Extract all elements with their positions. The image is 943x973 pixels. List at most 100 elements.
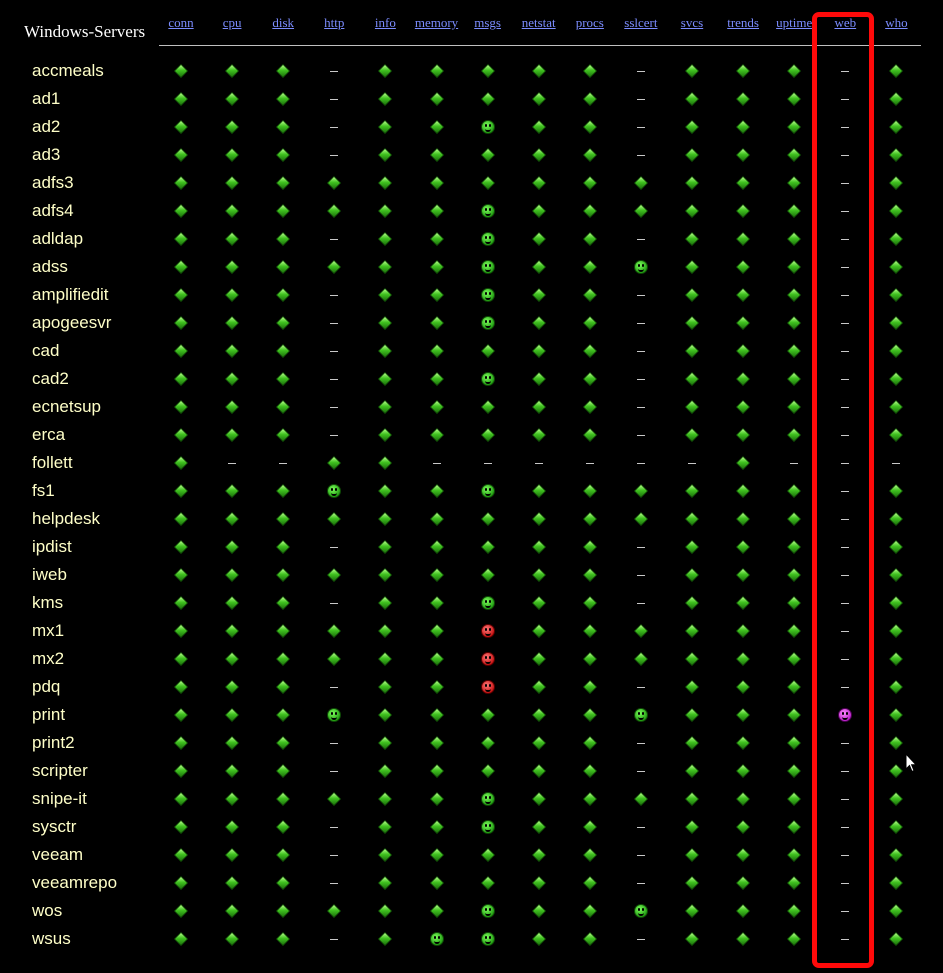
amplifiedit-who-green-status-icon[interactable] bbox=[889, 287, 904, 303]
cad-info-green-status-icon[interactable] bbox=[378, 343, 393, 359]
ecnetsup-svcs-green-status-icon[interactable] bbox=[684, 399, 700, 415]
cad-memory-green-status-icon[interactable] bbox=[429, 343, 444, 359]
column-header-http[interactable]: http bbox=[309, 15, 359, 31]
iweb-disk-green-status-icon[interactable] bbox=[276, 567, 291, 583]
cad2-cpu-green-status-icon[interactable] bbox=[224, 371, 240, 387]
ad3-procs-green-status-icon[interactable] bbox=[582, 147, 597, 163]
pdq-msgs-red-status-icon[interactable] bbox=[480, 680, 495, 694]
adss-msgs-green-acked-status-icon[interactable] bbox=[480, 260, 495, 274]
ecnetsup-conn-green-status-icon[interactable] bbox=[173, 399, 189, 415]
accmeals-trends-green-status-icon[interactable] bbox=[735, 63, 751, 79]
cad-who-green-status-icon[interactable] bbox=[889, 343, 904, 359]
cad2-svcs-green-status-icon[interactable] bbox=[684, 371, 700, 387]
mx1-uptime-green-status-icon[interactable] bbox=[787, 623, 802, 639]
adldap-who-green-status-icon[interactable] bbox=[889, 231, 904, 247]
ecnetsup-info-green-status-icon[interactable] bbox=[378, 399, 393, 415]
ad2-who-green-status-icon[interactable] bbox=[889, 119, 904, 135]
ad2-svcs-green-status-icon[interactable] bbox=[684, 119, 700, 135]
host-link-apogeesvr[interactable]: apogeesvr bbox=[32, 309, 111, 337]
print-http-green-acked-status-icon[interactable] bbox=[327, 708, 342, 722]
helpdesk-msgs-green-status-icon[interactable] bbox=[480, 511, 495, 527]
print2-trends-green-status-icon[interactable] bbox=[735, 735, 751, 751]
erca-conn-green-status-icon[interactable] bbox=[173, 427, 189, 443]
column-header-trends[interactable]: trends bbox=[718, 15, 768, 31]
wsus-netstat-green-status-icon[interactable] bbox=[531, 931, 546, 947]
print-conn-green-status-icon[interactable] bbox=[173, 707, 189, 723]
amplifiedit-svcs-green-status-icon[interactable] bbox=[684, 287, 700, 303]
iweb-uptime-green-status-icon[interactable] bbox=[787, 567, 802, 583]
ad2-netstat-green-status-icon[interactable] bbox=[531, 119, 546, 135]
veeamrepo-who-green-status-icon[interactable] bbox=[889, 875, 904, 891]
host-link-adldap[interactable]: adldap bbox=[32, 225, 83, 253]
scripter-procs-green-status-icon[interactable] bbox=[582, 763, 597, 779]
wos-cpu-green-status-icon[interactable] bbox=[224, 903, 240, 919]
column-header-info[interactable]: info bbox=[360, 15, 410, 31]
ad3-netstat-green-status-icon[interactable] bbox=[531, 147, 546, 163]
amplifiedit-conn-green-status-icon[interactable] bbox=[173, 287, 189, 303]
wsus-who-green-status-icon[interactable] bbox=[889, 931, 904, 947]
print-netstat-green-status-icon[interactable] bbox=[531, 707, 546, 723]
snipe-it-uptime-green-status-icon[interactable] bbox=[787, 791, 802, 807]
ecnetsup-netstat-green-status-icon[interactable] bbox=[531, 399, 546, 415]
cad-svcs-green-status-icon[interactable] bbox=[684, 343, 700, 359]
column-header-memory[interactable]: memory bbox=[412, 15, 462, 31]
snipe-it-who-green-status-icon[interactable] bbox=[889, 791, 904, 807]
wsus-msgs-green-acked-status-icon[interactable] bbox=[480, 932, 495, 946]
ad3-uptime-green-status-icon[interactable] bbox=[787, 147, 802, 163]
print-who-green-status-icon[interactable] bbox=[889, 707, 904, 723]
amplifiedit-netstat-green-status-icon[interactable] bbox=[531, 287, 546, 303]
ad1-procs-green-status-icon[interactable] bbox=[582, 91, 597, 107]
adfs4-conn-green-status-icon[interactable] bbox=[173, 203, 189, 219]
adfs4-procs-green-status-icon[interactable] bbox=[582, 203, 597, 219]
sysctr-msgs-green-acked-status-icon[interactable] bbox=[480, 820, 495, 834]
wos-info-green-status-icon[interactable] bbox=[378, 903, 393, 919]
helpdesk-svcs-green-status-icon[interactable] bbox=[684, 511, 700, 527]
adldap-cpu-green-status-icon[interactable] bbox=[224, 231, 240, 247]
accmeals-msgs-green-status-icon[interactable] bbox=[480, 63, 495, 79]
ipdist-uptime-green-status-icon[interactable] bbox=[787, 539, 802, 555]
accmeals-memory-green-status-icon[interactable] bbox=[429, 63, 444, 79]
snipe-it-http-green-status-icon[interactable] bbox=[327, 791, 342, 807]
veeam-procs-green-status-icon[interactable] bbox=[582, 847, 597, 863]
cad2-who-green-status-icon[interactable] bbox=[889, 371, 904, 387]
ad1-disk-green-status-icon[interactable] bbox=[276, 91, 291, 107]
sysctr-who-green-status-icon[interactable] bbox=[889, 819, 904, 835]
wos-sslcert-green-acked-status-icon[interactable] bbox=[633, 904, 648, 918]
pdq-svcs-green-status-icon[interactable] bbox=[684, 679, 700, 695]
erca-disk-green-status-icon[interactable] bbox=[276, 427, 291, 443]
adss-http-green-status-icon[interactable] bbox=[327, 259, 342, 275]
apogeesvr-who-green-status-icon[interactable] bbox=[889, 315, 904, 331]
adfs4-sslcert-green-status-icon[interactable] bbox=[633, 203, 649, 219]
apogeesvr-uptime-green-status-icon[interactable] bbox=[787, 315, 802, 331]
apogeesvr-msgs-green-acked-status-icon[interactable] bbox=[480, 316, 495, 330]
fs1-sslcert-green-status-icon[interactable] bbox=[633, 483, 649, 499]
cad-msgs-green-status-icon[interactable] bbox=[480, 343, 495, 359]
sysctr-netstat-green-status-icon[interactable] bbox=[531, 819, 546, 835]
kms-trends-green-status-icon[interactable] bbox=[735, 595, 751, 611]
pdq-info-green-status-icon[interactable] bbox=[378, 679, 393, 695]
amplifiedit-disk-green-status-icon[interactable] bbox=[276, 287, 291, 303]
host-link-sysctr[interactable]: sysctr bbox=[32, 813, 76, 841]
mx2-svcs-green-status-icon[interactable] bbox=[684, 651, 700, 667]
sysctr-disk-green-status-icon[interactable] bbox=[276, 819, 291, 835]
scripter-disk-green-status-icon[interactable] bbox=[276, 763, 291, 779]
host-link-scripter[interactable]: scripter bbox=[32, 757, 88, 785]
snipe-it-conn-green-status-icon[interactable] bbox=[173, 791, 189, 807]
kms-netstat-green-status-icon[interactable] bbox=[531, 595, 546, 611]
adfs4-info-green-status-icon[interactable] bbox=[378, 203, 393, 219]
print-procs-green-status-icon[interactable] bbox=[582, 707, 597, 723]
pdq-disk-green-status-icon[interactable] bbox=[276, 679, 291, 695]
accmeals-procs-green-status-icon[interactable] bbox=[582, 63, 597, 79]
ecnetsup-memory-green-status-icon[interactable] bbox=[429, 399, 444, 415]
adfs4-svcs-green-status-icon[interactable] bbox=[684, 203, 700, 219]
wsus-memory-green-acked-status-icon[interactable] bbox=[429, 932, 444, 946]
column-header-uptime[interactable]: uptime bbox=[769, 15, 819, 31]
veeam-uptime-green-status-icon[interactable] bbox=[787, 847, 802, 863]
adfs3-who-green-status-icon[interactable] bbox=[889, 175, 904, 191]
cad-conn-green-status-icon[interactable] bbox=[173, 343, 189, 359]
sysctr-trends-green-status-icon[interactable] bbox=[735, 819, 751, 835]
ad3-trends-green-status-icon[interactable] bbox=[735, 147, 751, 163]
helpdesk-http-green-status-icon[interactable] bbox=[327, 511, 342, 527]
apogeesvr-procs-green-status-icon[interactable] bbox=[582, 315, 597, 331]
cad-disk-green-status-icon[interactable] bbox=[276, 343, 291, 359]
